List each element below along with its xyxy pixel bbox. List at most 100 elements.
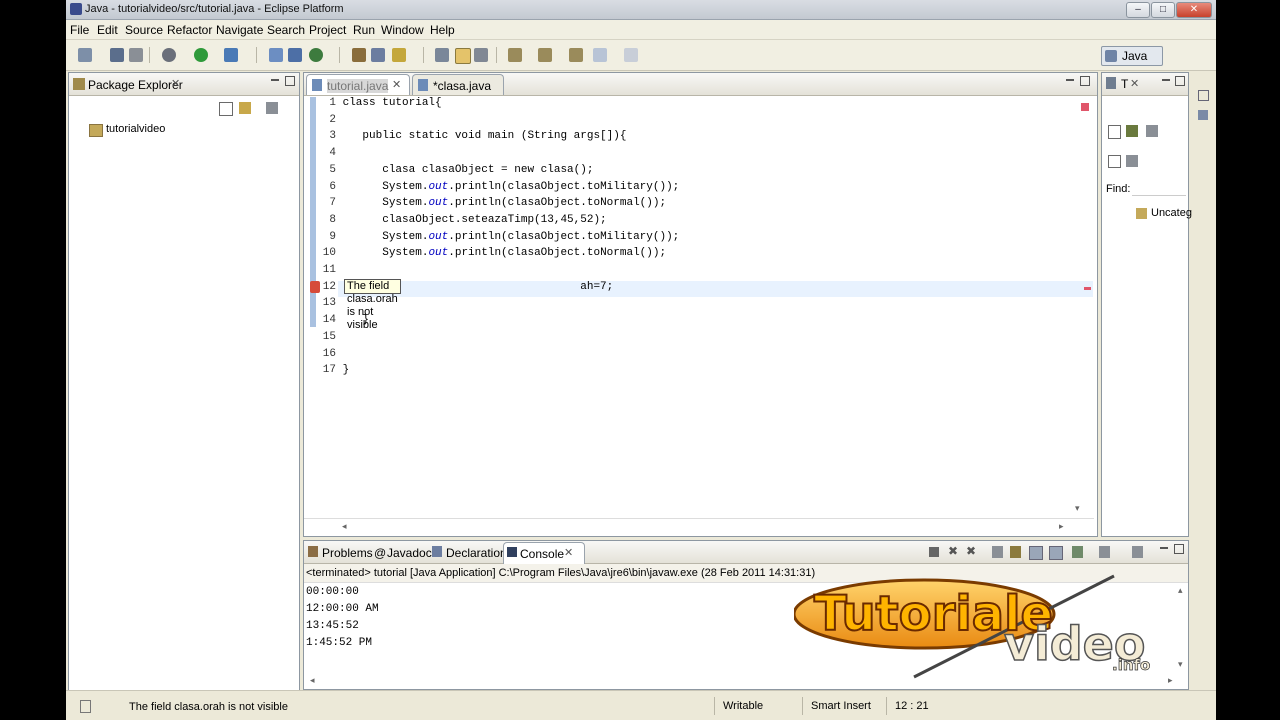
code-line[interactable]: 13 — [318, 297, 343, 313]
code-line[interactable]: 4 — [318, 147, 343, 163]
scroll-left-icon[interactable]: ◂ — [342, 521, 347, 532]
code-line[interactable]: 8 clasaObject.seteazaTimp(13,45,52); — [318, 214, 606, 230]
project-item-tutorialvideo[interactable]: tutorialvideo — [106, 123, 165, 135]
prev-annotation-icon[interactable] — [538, 48, 552, 62]
link-editor-icon[interactable] — [239, 102, 251, 114]
menu-source[interactable]: Source — [125, 23, 163, 37]
minimize-editor-icon[interactable] — [1066, 79, 1074, 81]
tab-clasa-java[interactable]: *clasa.java — [412, 74, 504, 95]
pin-console-icon[interactable] — [1029, 546, 1043, 560]
sync-icon[interactable] — [1126, 155, 1138, 167]
maximize-console-icon[interactable] — [1174, 544, 1184, 554]
toggle-mark-icon[interactable] — [455, 48, 471, 64]
error-marker-icon[interactable] — [310, 281, 320, 293]
new-class-icon[interactable] — [309, 48, 323, 62]
tab-javadoc[interactable]: Javadoc — [387, 546, 432, 560]
menu-file[interactable]: File — [70, 23, 89, 37]
clear-console-icon[interactable] — [1010, 546, 1021, 558]
new-package-icon[interactable] — [288, 48, 302, 62]
categorize-icon[interactable] — [1146, 125, 1158, 137]
code-line[interactable]: 17 } — [318, 364, 349, 380]
overview-error-mark[interactable] — [1084, 287, 1091, 290]
forward-icon[interactable] — [624, 48, 638, 62]
restore-icon[interactable] — [1198, 90, 1209, 101]
fast-view-icon[interactable] — [80, 700, 91, 713]
remove-all-icon[interactable]: ✖ — [966, 544, 976, 558]
menu-project[interactable]: Project — [309, 23, 346, 37]
code-line[interactable]: 5 clasa clasaObject = new clasa(); — [318, 164, 593, 180]
minimize-view-icon[interactable] — [271, 79, 279, 81]
tab-tutorial-java[interactable]: tutorial.java ✕ — [306, 74, 410, 95]
console-scroll-left-icon[interactable]: ◂ — [310, 675, 315, 686]
open-task-icon[interactable] — [371, 48, 385, 62]
remove-launch-icon[interactable]: ✖ — [948, 544, 958, 558]
scroll-down-icon[interactable]: ▾ — [1075, 503, 1080, 514]
annotation-icon[interactable] — [435, 48, 449, 62]
maximize-button[interactable]: □ — [1151, 2, 1175, 18]
maximize-outline-icon[interactable] — [1175, 76, 1185, 86]
show-whitespace-icon[interactable] — [474, 48, 488, 62]
new-console-icon[interactable] — [1132, 546, 1143, 558]
debug-icon[interactable] — [162, 48, 176, 62]
menu-search[interactable]: Search — [267, 23, 305, 37]
code-line[interactable]: 15 — [318, 331, 343, 347]
minimize-outline-icon[interactable] — [1162, 79, 1170, 81]
collapse-tasks-icon[interactable] — [1108, 155, 1121, 168]
code-line[interactable]: 1 class tutorial{ — [318, 97, 441, 113]
tab-declaration[interactable]: Declaration — [446, 546, 507, 560]
java-perspective-button[interactable]: Java — [1101, 46, 1163, 66]
collapse-all-icon[interactable] — [219, 102, 233, 116]
view-menu-icon[interactable] — [266, 102, 278, 114]
close-console-icon[interactable]: ✕ — [564, 546, 573, 559]
close-view-icon[interactable]: ✕ — [171, 77, 180, 90]
menu-navigate[interactable]: Navigate — [216, 23, 263, 37]
new-java-project-icon[interactable] — [269, 48, 283, 62]
close-button[interactable]: ✕ — [1176, 2, 1212, 18]
terminate-icon[interactable] — [929, 547, 939, 557]
console-scroll-down-icon[interactable]: ▾ — [1178, 659, 1183, 670]
code-line[interactable]: 6 System.out.println(clasaObject.toMilit… — [318, 181, 679, 197]
search-icon[interactable] — [392, 48, 406, 62]
scroll-right-icon[interactable]: ▸ — [1059, 521, 1064, 532]
code-line[interactable]: 3 public static void main (String args[]… — [318, 130, 626, 146]
menu-window[interactable]: Window — [381, 23, 424, 37]
new-task-icon[interactable] — [1108, 125, 1121, 139]
code-line[interactable]: 7 System.out.println(clasaObject.toNorma… — [318, 197, 666, 213]
save-icon[interactable] — [110, 48, 124, 62]
open-type-icon[interactable] — [352, 48, 366, 62]
new-icon[interactable] — [78, 48, 92, 62]
minimize-button[interactable]: – — [1126, 2, 1150, 18]
menu-help[interactable]: Help — [430, 23, 455, 37]
tab-problems[interactable]: Problems — [322, 546, 373, 560]
code-line[interactable]: 10 System.out.println(clasaObject.toNorm… — [318, 247, 666, 263]
tab-console[interactable]: Console ✕ — [503, 542, 585, 564]
category-item[interactable]: Uncateg — [1151, 207, 1192, 219]
close-outline-icon[interactable]: ✕ — [1130, 77, 1139, 90]
run-icon[interactable] — [194, 48, 208, 62]
code-line[interactable]: 9 System.out.println(clasaObject.toMilit… — [318, 231, 679, 247]
last-edit-icon[interactable] — [569, 48, 583, 62]
print-icon[interactable] — [129, 48, 143, 62]
external-tools-icon[interactable] — [224, 48, 238, 62]
filter-icon[interactable] — [1126, 125, 1138, 137]
outline-icon[interactable] — [1198, 110, 1208, 120]
back-icon[interactable] — [593, 48, 607, 62]
maximize-view-icon[interactable] — [285, 76, 295, 86]
horizontal-scrollbar[interactable]: ◂ ▸ — [304, 518, 1094, 535]
next-annotation-icon[interactable] — [508, 48, 522, 62]
scroll-lock-icon[interactable] — [992, 546, 1003, 558]
menu-run[interactable]: Run — [353, 23, 375, 37]
minimize-console-icon[interactable] — [1160, 547, 1168, 549]
code-line[interactable]: 2 — [318, 114, 343, 130]
console-scroll-up-icon[interactable]: ▴ — [1178, 585, 1183, 596]
find-input[interactable] — [1132, 179, 1186, 196]
menu-edit[interactable]: Edit — [97, 23, 118, 37]
open-console-icon[interactable] — [1072, 546, 1083, 558]
outline-tab-label[interactable]: T — [1121, 77, 1128, 91]
code-line[interactable]: 11 — [318, 264, 343, 280]
console-menu-icon[interactable] — [1099, 546, 1110, 558]
maximize-editor-icon[interactable] — [1080, 76, 1090, 86]
close-tab-icon[interactable]: ✕ — [392, 78, 401, 91]
display-console-icon[interactable] — [1049, 546, 1063, 560]
code-line[interactable]: 16 — [318, 348, 343, 364]
